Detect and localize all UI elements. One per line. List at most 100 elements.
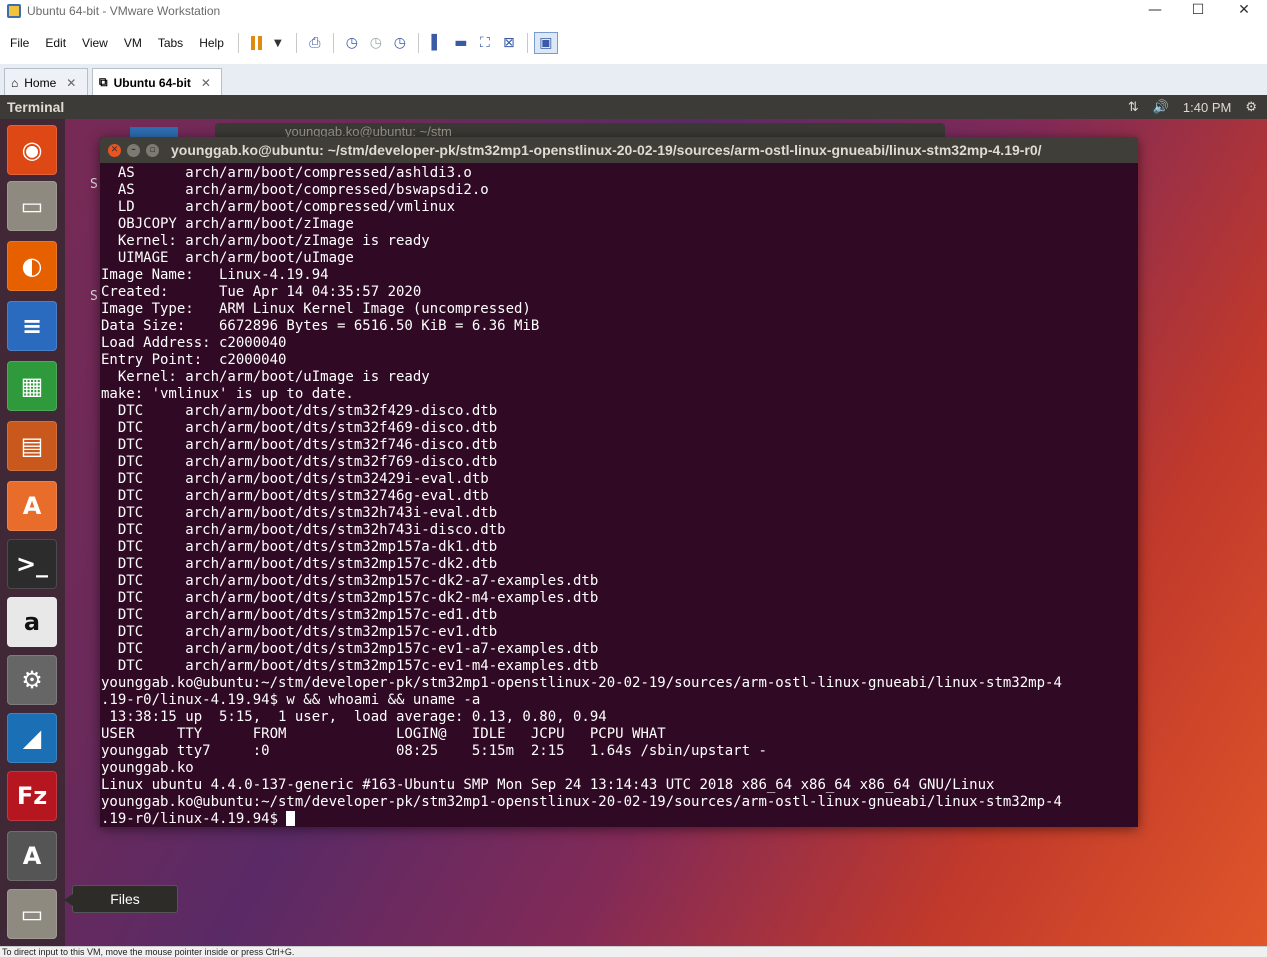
- snapshot-icon[interactable]: ◷: [340, 32, 364, 54]
- terminal-line: 13:38:15 up 5:15, 1 user, load average: …: [101, 709, 607, 725]
- files-icon-2[interactable]: ▭: [7, 889, 57, 939]
- menu-bar: File Edit View VM Tabs Help ▼ ⎙ ◷ ◷ ◷ ▌ …: [0, 28, 1267, 58]
- show-library-icon[interactable]: ▌: [425, 32, 449, 54]
- prompt-text: .19-r0/linux-4.19.94$: [101, 811, 287, 827]
- menu-edit[interactable]: Edit: [37, 36, 74, 50]
- pause-icon[interactable]: [250, 36, 262, 50]
- terminal-output[interactable]: AS arch/arm/boot/compressed/ashldi3.o AS…: [100, 163, 1138, 828]
- active-app-title: Terminal: [7, 99, 65, 115]
- terminal-line: Created: Tue Apr 14 04:35:57 2020: [101, 284, 422, 300]
- terminal-line: Data Size: 6672896 Bytes = 6516.50 KiB =…: [101, 318, 540, 334]
- power-dropdown-icon[interactable]: ▼: [266, 32, 290, 54]
- terminal-line: younggab.ko: [101, 760, 194, 776]
- terminal-line: DTC arch/arm/boot/dts/stm32mp157a-dk1.dt…: [101, 539, 498, 555]
- toolbar-separator: [526, 33, 528, 53]
- terminal-line: DTC arch/arm/boot/dts/stm32mp157c-ev1-m4…: [101, 658, 599, 674]
- dash-icon[interactable]: ◉: [7, 125, 57, 175]
- close-icon[interactable]: ✕: [66, 76, 76, 90]
- launcher-tooltip: Files: [64, 885, 178, 913]
- terminal-line: Linux ubuntu 4.4.0-137-generic #163-Ubun…: [101, 777, 995, 793]
- tab-ubuntu-label: Ubuntu 64-bit: [113, 75, 191, 90]
- terminal-line: AS arch/arm/boot/compressed/ashldi3.o: [101, 165, 472, 181]
- system-settings-icon[interactable]: ⚙: [7, 655, 57, 705]
- terminal-line: OBJCOPY arch/arm/boot/zImage: [101, 216, 354, 232]
- home-icon: ⌂: [11, 75, 19, 90]
- tab-ubuntu[interactable]: ⧉ Ubuntu 64-bit ✕: [92, 68, 222, 96]
- full-screen-icon[interactable]: ⛶: [473, 32, 497, 54]
- menu-view[interactable]: View: [74, 36, 116, 50]
- volume-icon[interactable]: 🔊: [1153, 99, 1169, 115]
- console-view-icon[interactable]: ▣: [533, 32, 558, 54]
- tab-home[interactable]: ⌂ Home ✕: [4, 68, 88, 96]
- terminal-line: Kernel: arch/arm/boot/uImage is ready: [101, 369, 430, 385]
- impress-icon[interactable]: ▤: [7, 421, 57, 471]
- tab-bar: ⌂ Home ✕ ⧉ Ubuntu 64-bit ✕: [0, 64, 1267, 96]
- thumbnail-bar-icon[interactable]: ▬: [449, 32, 473, 54]
- terminal-line: Image Type: ARM Linux Kernel Image (unco…: [101, 301, 531, 317]
- maximize-icon[interactable]: ▫: [146, 143, 159, 157]
- terminal-line: DTC arch/arm/boot/dts/stm32h743i-disco.d…: [101, 522, 506, 538]
- menu-tabs[interactable]: Tabs: [150, 36, 191, 50]
- menu-vm[interactable]: VM: [116, 36, 150, 50]
- terminal-line: younggab tty7 :0 08:25 5:15m 2:15 1.64s …: [101, 743, 767, 759]
- network-icon[interactable]: ⇅: [1128, 99, 1139, 115]
- terminal-line: DTC arch/arm/boot/dts/stm32h743i-eval.dt…: [101, 505, 498, 521]
- updater-icon[interactable]: A: [7, 831, 57, 881]
- ubuntu-desktop: younggab.ko@ubuntu: ~/stm S S ◉ ▭ ◐ ≡ ▦ ▤ A >_ a…: [0, 119, 1267, 946]
- terminal-line: DTC arch/arm/boot/dts/stm32mp157c-ev1-a7…: [101, 641, 599, 657]
- window-title: Ubuntu 64-bit - VMware Workstation: [27, 4, 221, 18]
- filezilla-icon[interactable]: Fz: [7, 771, 57, 821]
- menu-help[interactable]: Help: [191, 36, 232, 50]
- terminal-line: DTC arch/arm/boot/dts/stm32429i-eval.dtb: [101, 471, 489, 487]
- terminal-icon[interactable]: >_: [7, 539, 57, 589]
- terminal-line: USER TTY FROM LOGIN@ IDLE JCPU PCPU WHAT: [101, 726, 666, 742]
- minimize-button[interactable]: —: [1132, 0, 1178, 22]
- terminal-prompt-line: .19-r0/linux-4.19.94$: [101, 811, 1138, 828]
- terminal-line: DTC arch/arm/boot/dts/stm32f429-disco.dt…: [101, 403, 498, 419]
- files-icon[interactable]: ▭: [7, 181, 57, 231]
- terminal-line: Kernel: arch/arm/boot/zImage is ready: [101, 233, 430, 249]
- close-icon[interactable]: ✕: [201, 76, 211, 90]
- wireshark-icon[interactable]: ◢: [7, 713, 57, 763]
- terminal-line: younggab.ko@ubuntu:~/stm/developer-pk/st…: [101, 675, 1062, 691]
- terminal-line: DTC arch/arm/boot/dts/stm32746g-eval.dtb: [101, 488, 489, 504]
- calc-icon[interactable]: ▦: [7, 361, 57, 411]
- clock[interactable]: 1:40 PM: [1183, 100, 1231, 115]
- tab-home-label: Home: [24, 75, 57, 90]
- unity-icon[interactable]: ⊠: [497, 32, 521, 54]
- writer-icon[interactable]: ≡: [7, 301, 57, 351]
- terminal-line: Load Address: c2000040: [101, 335, 287, 351]
- close-icon[interactable]: ✕: [108, 143, 121, 157]
- minimize-icon[interactable]: –: [127, 143, 140, 157]
- terminal-line: younggab.ko@ubuntu:~/stm/developer-pk/st…: [101, 794, 1062, 810]
- firefox-icon[interactable]: ◐: [7, 241, 57, 291]
- terminal-line: Image Name: Linux-4.19.94: [101, 267, 329, 283]
- terminal-line: DTC arch/arm/boot/dts/stm32mp157c-dk2-a7…: [101, 573, 599, 589]
- terminal-titlebar: ✕ – ▫ younggab.ko@ubuntu: ~/stm/develope…: [100, 137, 1138, 163]
- gear-icon[interactable]: ⚙: [1245, 99, 1257, 115]
- status-bar: To direct input to this VM, move the mou…: [0, 946, 1267, 957]
- maximize-button[interactable]: ☐: [1175, 0, 1221, 22]
- toolbar-separator: [237, 33, 239, 53]
- vmware-icon: [7, 4, 21, 18]
- toolbar-separator: [417, 33, 419, 53]
- terminal-line: DTC arch/arm/boot/dts/stm32f769-disco.dt…: [101, 454, 498, 470]
- toolbar-separator: [332, 33, 334, 53]
- ubuntu-top-panel: Terminal ⇅ 🔊 1:40 PM ⚙: [0, 95, 1267, 119]
- snapshot-manager-icon[interactable]: ◷: [388, 32, 412, 54]
- terminal-line: Entry Point: c2000040: [101, 352, 287, 368]
- close-button[interactable]: ✕: [1221, 0, 1267, 22]
- terminal-line: AS arch/arm/boot/compressed/bswapsdi2.o: [101, 182, 489, 198]
- terminal-line: make: 'vmlinux' is up to date.: [101, 386, 354, 402]
- menu-file[interactable]: File: [0, 36, 37, 50]
- background-text: S: [90, 289, 98, 304]
- terminal-line: DTC arch/arm/boot/dts/stm32mp157c-dk2-m4…: [101, 590, 599, 606]
- revert-snapshot-icon[interactable]: ◷: [364, 32, 388, 54]
- software-center-icon[interactable]: A: [7, 481, 57, 531]
- terminal-window[interactable]: ✕ – ▫ younggab.ko@ubuntu: ~/stm/develope…: [100, 137, 1138, 827]
- send-ctrl-alt-del-icon[interactable]: ⎙: [303, 32, 327, 54]
- background-text: S: [90, 177, 98, 192]
- terminal-line: DTC arch/arm/boot/dts/stm32mp157c-ev1.dt…: [101, 624, 498, 640]
- terminal-line: DTC arch/arm/boot/dts/stm32f469-disco.dt…: [101, 420, 498, 436]
- amazon-icon[interactable]: a: [7, 597, 57, 647]
